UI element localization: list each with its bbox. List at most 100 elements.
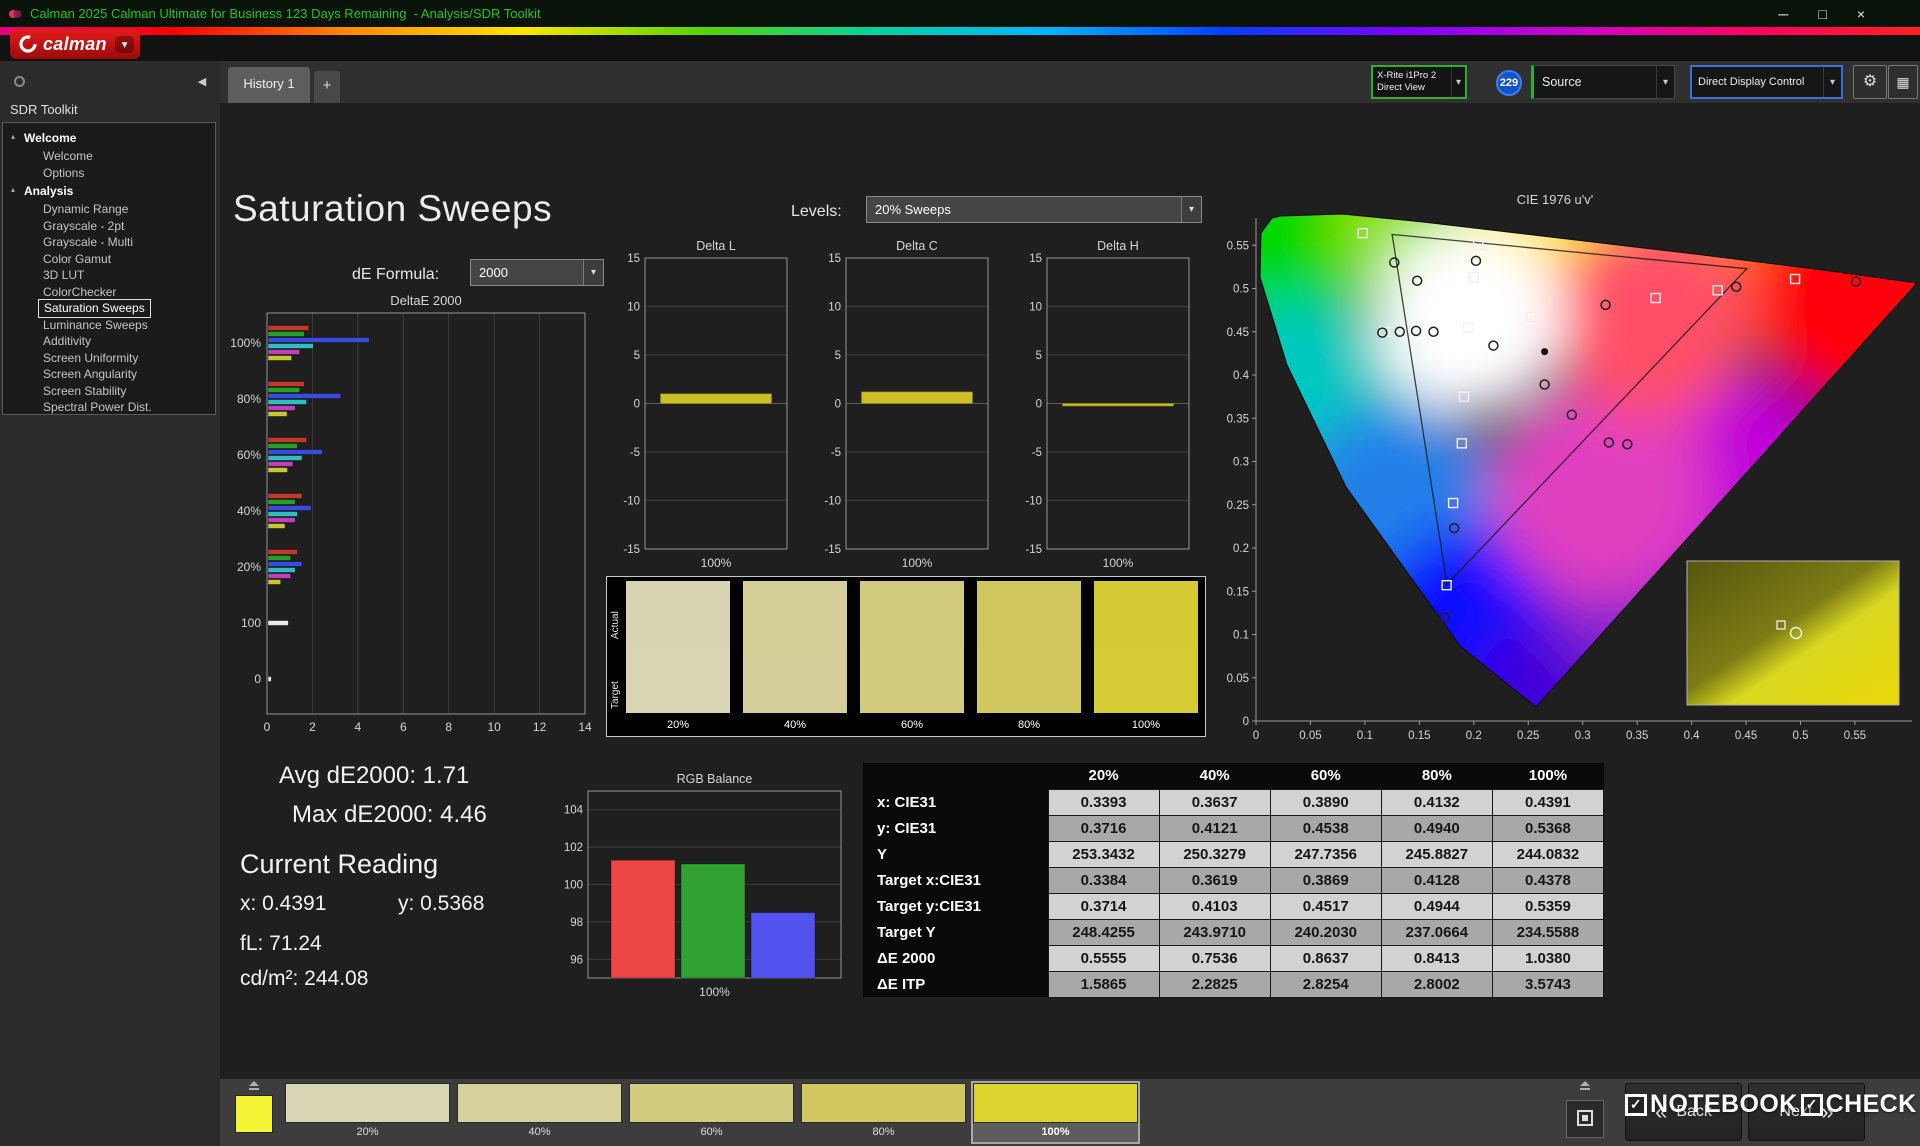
table-cell: 240.2030: [1269, 918, 1382, 946]
sidebar-item-screen-uniformity[interactable]: Screen Uniformity: [3, 350, 215, 367]
table-cell: 0.5555: [1047, 944, 1160, 972]
svg-text:10: 10: [828, 302, 841, 314]
deltae-2000-chart: DeltaE 2000 0 2 4 6 8 10 12 14 100% 80% 60% 40% 20% 10…: [230, 293, 592, 734]
table-cell: 244.0832: [1491, 840, 1605, 868]
sidebar-group-analysis[interactable]: ▴ Analysis: [3, 181, 215, 201]
sidebar-item-spectral-power-dist-[interactable]: Spectral Power Dist.: [3, 399, 215, 414]
column-header: 60%: [1270, 763, 1382, 789]
sidebar-item-saturation-sweeps[interactable]: Saturation Sweeps: [38, 299, 151, 318]
sidebar-group-welcome[interactable]: ▴ Welcome: [3, 128, 215, 148]
column-header: 20%: [1048, 763, 1160, 789]
table-cell: 1.5865: [1047, 970, 1160, 998]
sidebar-item-dynamic-range[interactable]: Dynamic Range: [3, 201, 215, 218]
current-reading-title: Current Reading: [240, 849, 439, 879]
levels-value: 20% Sweeps: [875, 202, 951, 217]
add-tab-button[interactable]: +: [314, 71, 340, 103]
svg-text:104: 104: [564, 805, 584, 817]
sidebar-item-color-gamut[interactable]: Color Gamut: [3, 251, 215, 268]
table-cell: 0.5359: [1491, 892, 1605, 920]
pattern-window-button[interactable]: [1566, 1100, 1604, 1138]
chevron-down-icon: ▾: [1180, 197, 1201, 222]
test-pattern-button-80%[interactable]: 80%: [801, 1083, 966, 1142]
svg-text:-15: -15: [623, 544, 640, 556]
table-cell: 0.3384: [1047, 866, 1160, 894]
saturation-swatch-80%: 80%: [977, 581, 1081, 736]
sidebar-item-welcome[interactable]: Welcome: [3, 148, 215, 165]
svg-text:100%: 100%: [230, 336, 261, 350]
table-cell: 0.4132: [1380, 788, 1493, 816]
sidebar-item-luminance-sweeps[interactable]: Luminance Sweeps: [3, 317, 215, 334]
swatch-label: 80%: [1017, 719, 1041, 731]
table-cell: 253.3432: [1047, 840, 1160, 868]
table-row: Target Y 248.4255 243.9710 240.2030 237.0664…: [863, 918, 1605, 946]
table-cell: 0.3869: [1269, 866, 1382, 894]
sidebar-item-options[interactable]: Options: [3, 165, 215, 182]
calman-menu-button[interactable]: calman ▾: [10, 29, 141, 59]
sidebar-item-screen-angularity[interactable]: Screen Angularity: [3, 366, 215, 383]
pattern-color: [285, 1083, 450, 1123]
table-cell: 0.4944: [1380, 892, 1493, 920]
table-cell: 0.3619: [1158, 866, 1271, 894]
meter-count-badge: 229: [1496, 70, 1522, 96]
table-row: y: CIE31 0.3716 0.4121 0.4538 0.4940 0.5368: [863, 814, 1605, 842]
test-pattern-button-100%[interactable]: 100%: [971, 1081, 1140, 1144]
svg-text:40%: 40%: [237, 504, 261, 518]
test-pattern-button-60%[interactable]: 60%: [629, 1083, 794, 1142]
table-cell: 250.3279: [1158, 840, 1271, 868]
pattern-preview-button[interactable]: [228, 1079, 280, 1146]
svg-text:0.5: 0.5: [1793, 730, 1809, 742]
maximize-button[interactable]: □: [1818, 6, 1826, 22]
table-cell: 0.4538: [1269, 814, 1382, 842]
calman-swirl-icon: [19, 35, 37, 53]
table-cell: 0.4517: [1269, 892, 1382, 920]
tab-history-1[interactable]: History 1: [228, 67, 310, 103]
window-controls: ─ □ ×: [1778, 0, 1865, 27]
delta-l-chart: Delta L 15 10 5 0 -5 -10 -15 100%: [623, 239, 788, 570]
sidebar-item-colorchecker[interactable]: ColorChecker: [3, 284, 215, 301]
actual-row-label: Actual: [610, 611, 621, 639]
levels-select[interactable]: 20% Sweeps ▾: [866, 196, 1202, 223]
reading-cdm2: cd/m²: 244.08: [240, 967, 369, 990]
close-button[interactable]: ×: [1857, 6, 1865, 22]
sidebar-item-3d-lut[interactable]: 3D LUT: [3, 267, 215, 284]
table-cell: 0.3890: [1269, 788, 1382, 816]
swatch-target: [860, 647, 964, 713]
meter-selector[interactable]: X-Rite i1Pro 2 Direct View ▾: [1371, 65, 1467, 99]
workspace-layout-button[interactable]: ▦: [1888, 65, 1918, 99]
svg-text:0: 0: [254, 672, 261, 686]
column-header: 100%: [1492, 763, 1604, 789]
settings-gear-button[interactable]: ⚙: [1853, 65, 1887, 99]
table-cell: 245.8827: [1380, 840, 1493, 868]
svg-text:0: 0: [835, 399, 841, 411]
svg-text:-15: -15: [824, 544, 841, 556]
display-control-selector[interactable]: Direct Display Control ▾: [1690, 65, 1843, 99]
swatch-actual: [1094, 581, 1198, 647]
swatch-label: 100%: [1131, 719, 1161, 731]
source-selector[interactable]: Source ▾: [1531, 65, 1675, 99]
svg-text:0.25: 0.25: [1517, 730, 1539, 742]
de-formula-label: dE Formula:: [352, 266, 440, 283]
de-formula-select[interactable]: 2000 ▾: [470, 259, 604, 286]
svg-text:98: 98: [570, 917, 583, 929]
table-cell: 0.3714: [1047, 892, 1160, 920]
measurement-table: 20% 40% 60% 80% 100% x: CIE31 0.3393 0.3637 0.38…: [863, 763, 1605, 998]
swatch-target: [743, 647, 847, 713]
table-cell: 3.5743: [1491, 970, 1605, 998]
sidebar-item-grayscale-2pt[interactable]: Grayscale - 2pt: [3, 218, 215, 235]
pattern-label: 80%: [872, 1126, 895, 1138]
test-pattern-button-20%[interactable]: 20%: [285, 1083, 450, 1142]
minimize-button[interactable]: ─: [1778, 6, 1788, 22]
svg-text:0: 0: [1243, 716, 1249, 728]
svg-text:0.2: 0.2: [1233, 543, 1249, 555]
sidebar-item-grayscale-multi[interactable]: Grayscale - Multi: [3, 234, 215, 251]
sidebar-item-additivity[interactable]: Additivity: [3, 333, 215, 350]
sidebar-collapse-button[interactable]: ◀: [192, 72, 212, 92]
svg-text:15: 15: [828, 253, 841, 265]
svg-text:-5: -5: [1032, 447, 1042, 459]
column-header: 80%: [1381, 763, 1493, 789]
svg-text:0.3: 0.3: [1233, 457, 1249, 469]
sidebar-item-screen-stability[interactable]: Screen Stability: [3, 383, 215, 400]
session-indicator-icon[interactable]: [14, 76, 25, 87]
test-pattern-button-40%[interactable]: 40%: [457, 1083, 622, 1142]
svg-text:0: 0: [264, 720, 271, 734]
